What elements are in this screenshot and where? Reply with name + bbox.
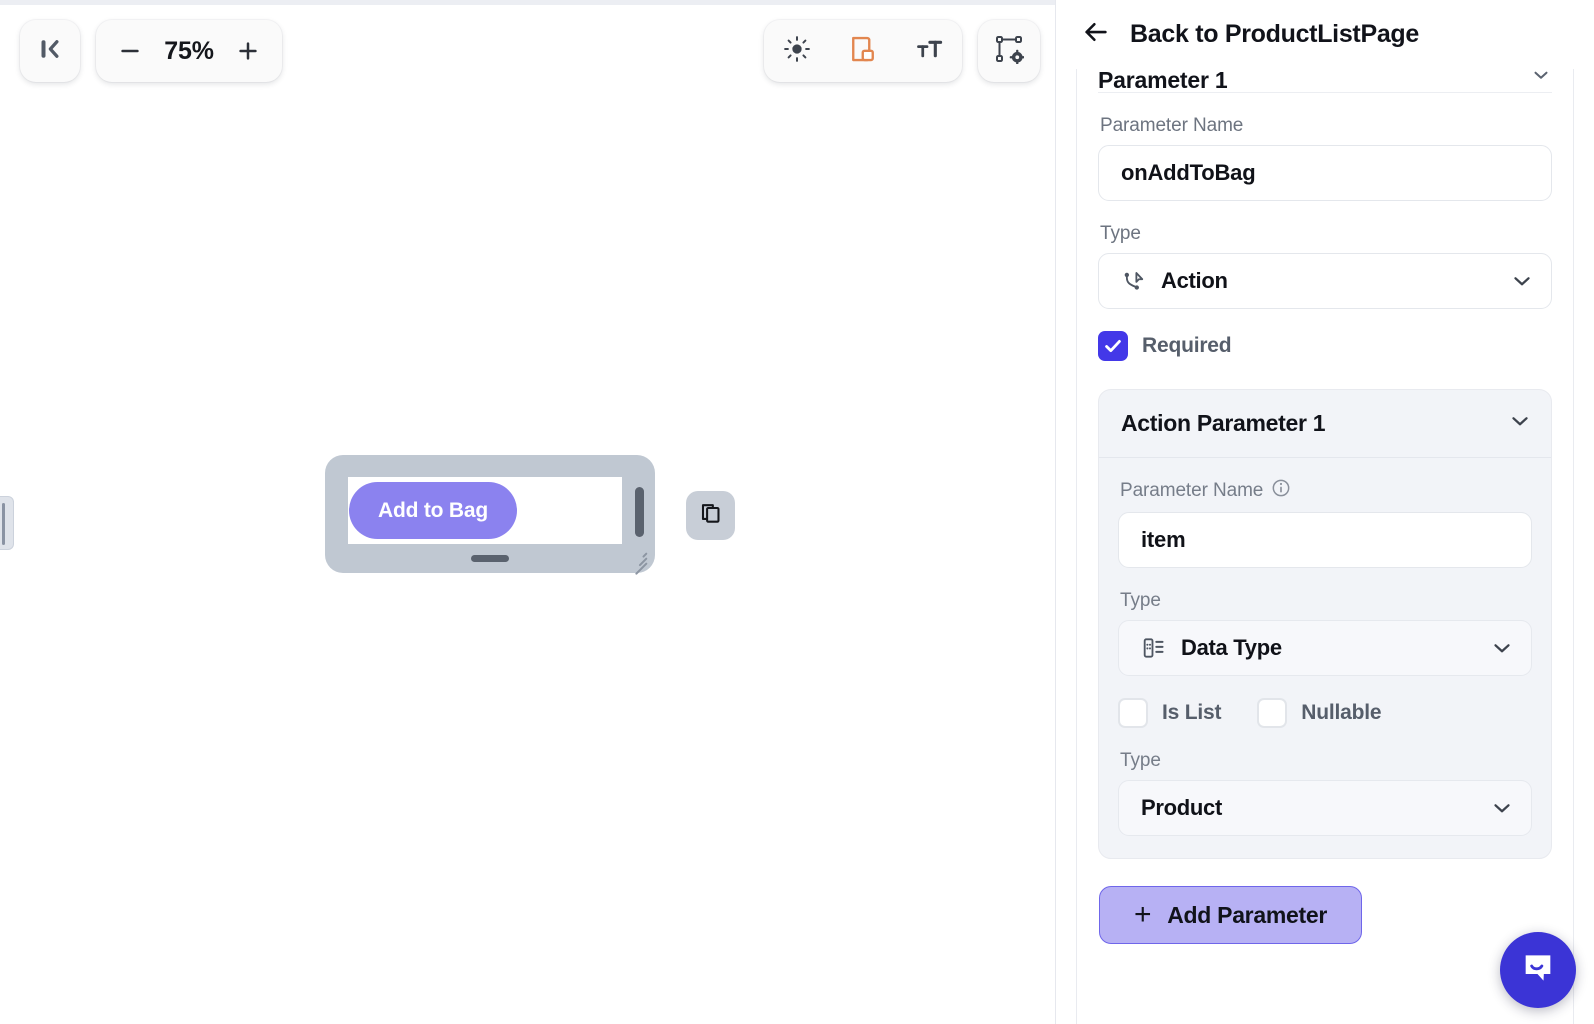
support-chat-button[interactable]: [1500, 932, 1576, 1008]
action-parameter-header[interactable]: Action Parameter 1: [1099, 390, 1551, 458]
chevron-down-icon: [1489, 635, 1515, 661]
collapse-panel-left-icon: [35, 34, 65, 69]
info-icon[interactable]: [1271, 478, 1291, 504]
action-parameter-title: Action Parameter 1: [1121, 410, 1326, 436]
page-title: Back to ProductListPage: [1130, 20, 1419, 48]
component-settings-button[interactable]: [986, 28, 1032, 74]
action-parameter-card: Action Parameter 1 Parameter Name item T…: [1098, 389, 1552, 859]
properties-panel: Back to ProductListPage Parameter 1 Para…: [1056, 0, 1594, 1024]
action-parameter-type-value: Data Type: [1181, 635, 1282, 660]
is-list-label: Is List: [1162, 701, 1222, 724]
add-parameter-label: Add Parameter: [1167, 901, 1327, 928]
data-type-icon: [1141, 635, 1167, 661]
parameter-name-input[interactable]: onAddToBag: [1098, 145, 1552, 201]
parameter-name-label: Parameter Name: [1100, 115, 1244, 136]
parameter-type-label: Type: [1100, 223, 1141, 244]
page-layout-icon: [848, 34, 878, 69]
panel-scroll-container: Parameter 1 Parameter Name onAddToBag Ty…: [1076, 69, 1574, 1024]
parameter-section-title: Parameter 1: [1098, 69, 1228, 93]
datatype-select[interactable]: Product: [1118, 780, 1532, 836]
component-settings-group: [978, 20, 1040, 82]
required-checkbox-row[interactable]: Required: [1098, 331, 1552, 361]
component-preview: Add to Bag: [325, 455, 655, 576]
app-root: 75% Add to Bag Back to ProductListPage P…: [0, 0, 1594, 1024]
nullable-checkbox[interactable]: [1257, 698, 1288, 728]
action-parameter-name-text: Parameter Name: [1120, 480, 1264, 501]
panel-header: Back to ProductListPage: [1056, 0, 1594, 69]
arrow-left-icon: [1081, 17, 1111, 52]
canvas-top-strip: [0, 0, 1055, 5]
nullable-checkbox-row[interactable]: Nullable: [1257, 698, 1382, 728]
required-label: Required: [1142, 334, 1232, 357]
parameter-type-select[interactable]: Action: [1098, 253, 1552, 309]
action-parameter-type-select[interactable]: Data Type: [1118, 620, 1532, 676]
nullable-label: Nullable: [1301, 701, 1382, 724]
plus-icon: +: [1134, 898, 1152, 931]
panel-body: Parameter 1 Parameter Name onAddToBag Ty…: [1056, 69, 1594, 1024]
canvas-area: 75% Add to Bag: [0, 0, 1056, 1024]
type-flags-row: Is List Nullable: [1118, 698, 1532, 728]
duplicate-icon: [698, 500, 724, 531]
device-home-indicator: [471, 555, 509, 562]
brightness-sun-icon: [783, 35, 811, 68]
chevron-down-icon: [1530, 69, 1552, 91]
add-to-bag-button[interactable]: Add to Bag: [349, 482, 517, 539]
text-size-icon: [914, 34, 944, 69]
chevron-down-icon: [1507, 408, 1533, 439]
zoom-level-value: 75%: [164, 36, 214, 65]
action-pointer-icon: [1121, 268, 1147, 294]
datatype-label: Type: [1120, 750, 1161, 771]
duplicate-component-button[interactable]: [686, 491, 735, 540]
action-parameter-name-label: Parameter Name: [1120, 478, 1532, 504]
component-settings-icon: [994, 34, 1025, 69]
zoom-out-button[interactable]: [116, 37, 144, 65]
left-panel-handle[interactable]: [0, 496, 14, 550]
layout-toggle-button[interactable]: [840, 28, 886, 74]
required-checkbox[interactable]: [1098, 331, 1128, 361]
back-button[interactable]: [1080, 19, 1112, 51]
device-power-button: [635, 487, 644, 537]
is-list-checkbox-row[interactable]: Is List: [1118, 698, 1221, 728]
parameter-type-value: Action: [1161, 268, 1228, 293]
resize-handle-icon[interactable]: [629, 548, 648, 576]
theme-toggle-button[interactable]: [774, 28, 820, 74]
action-parameter-body: Parameter Name item Type Data Type Is Li…: [1099, 458, 1551, 858]
device-frame[interactable]: Add to Bag: [325, 455, 655, 576]
chevron-down-icon: [1509, 268, 1535, 294]
add-parameter-button[interactable]: + Add Parameter: [1099, 886, 1362, 944]
zoom-in-button[interactable]: [234, 37, 262, 65]
chevron-down-icon: [1489, 795, 1515, 821]
action-parameter-type-label: Type: [1120, 590, 1161, 611]
text-size-button[interactable]: [906, 28, 952, 74]
chat-bubble-icon: [1518, 948, 1558, 993]
action-parameter-name-input[interactable]: item: [1118, 512, 1532, 568]
canvas-toolbar: [764, 20, 962, 82]
collapse-left-panel-button[interactable]: [20, 20, 80, 82]
zoom-control-group: 75%: [96, 20, 282, 82]
is-list-checkbox[interactable]: [1118, 698, 1148, 728]
parameter-section-header[interactable]: Parameter 1: [1098, 69, 1552, 93]
datatype-value: Product: [1141, 795, 1223, 820]
